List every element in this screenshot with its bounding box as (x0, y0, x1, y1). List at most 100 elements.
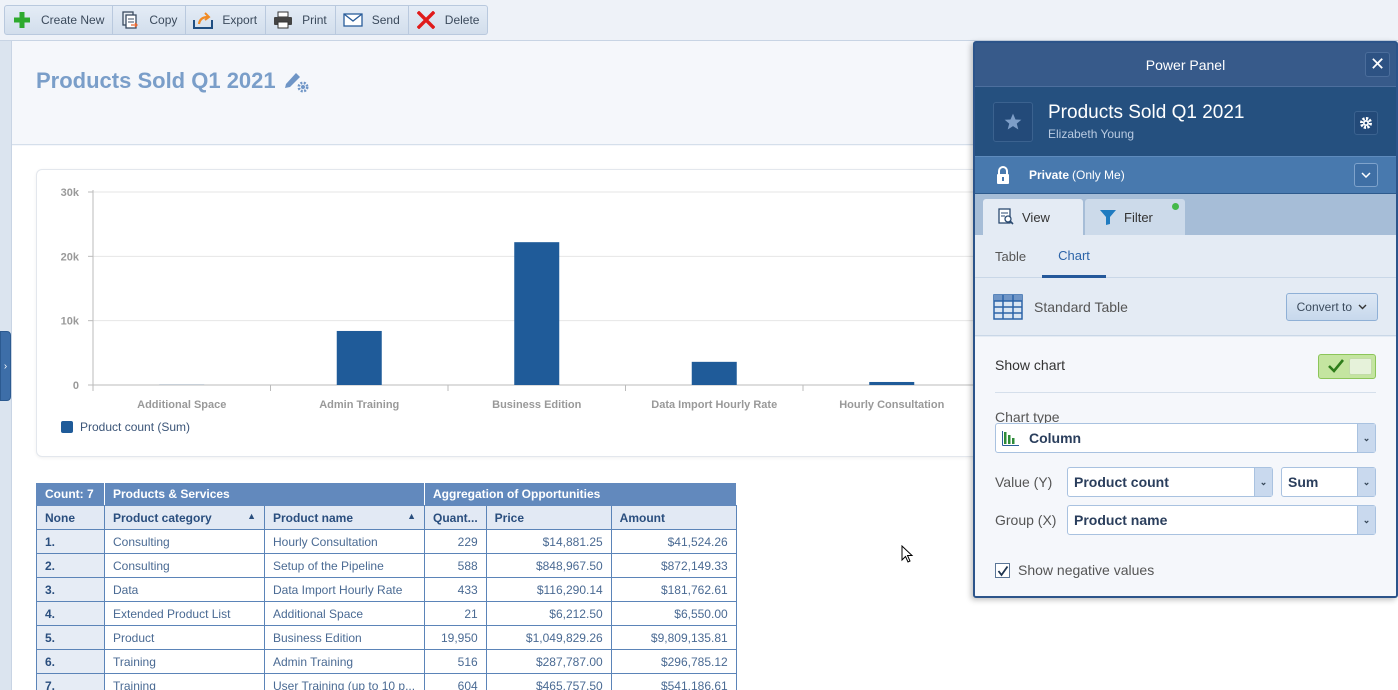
bar[interactable] (869, 381, 915, 385)
chevron-down-icon: ⌄ (1357, 424, 1375, 452)
star-icon (1004, 113, 1022, 130)
bar[interactable] (336, 330, 382, 385)
gear-icon (1360, 117, 1372, 129)
data-table: Count: 7 Products & Services Aggregation… (36, 482, 737, 690)
product-category-cell: Product (104, 625, 265, 650)
product-name-cell: Additional Space (264, 601, 425, 626)
row-index: 3. (36, 577, 105, 602)
checkmark-icon (1328, 359, 1345, 373)
table-type-label: Standard Table (1034, 298, 1128, 315)
value-field-select[interactable]: Product count ⌄ (1067, 467, 1273, 497)
power-panel: Power Panel ✕ Products Sold Q1 2021 Eliz… (973, 41, 1398, 598)
tab-filter-label: Filter (1124, 209, 1153, 225)
panel-tabs: View Filter (975, 194, 1396, 235)
report-settings-button[interactable] (1354, 111, 1378, 135)
privacy-selector[interactable]: Private (Only Me) (975, 156, 1396, 194)
product-category-cell: Data (104, 577, 265, 602)
favorite-button[interactable] (993, 102, 1033, 142)
product-name-cell: Business Edition (264, 625, 425, 650)
checkmark-icon (997, 565, 1008, 577)
price-cell: $287,787.00 (485, 649, 612, 674)
expand-sidebar-button[interactable]: › (0, 331, 11, 401)
chart-type-value: Column (1029, 430, 1082, 446)
create-new-button[interactable]: Create New (5, 6, 114, 34)
show-chart-label: Show chart (995, 356, 1066, 373)
export-label: Export (222, 13, 258, 27)
column-header-amount[interactable]: Amount (610, 505, 737, 530)
subtab-chart[interactable]: Chart (1042, 235, 1106, 278)
aggregation-value: Sum (1288, 474, 1319, 490)
bar[interactable] (691, 361, 737, 385)
column-header-price[interactable]: Price (485, 505, 612, 530)
sort-ascending-icon[interactable]: ▲ (247, 511, 256, 521)
value-y-label: Value (Y) (995, 474, 1053, 490)
quantity-cell: 588 (424, 553, 487, 578)
bar[interactable] (514, 242, 560, 385)
plus-icon (12, 10, 32, 30)
show-negative-values-checkbox[interactable] (995, 563, 1010, 578)
x-tick-label: Business Edition (492, 399, 582, 411)
tab-filter[interactable]: Filter (1085, 199, 1185, 235)
privacy-dropdown-button[interactable] (1354, 163, 1378, 187)
send-label: Send (371, 13, 400, 27)
send-button[interactable]: Send (336, 6, 409, 34)
y-tick-label: 20k (61, 251, 80, 263)
group-header-products: Products & Services (104, 482, 425, 506)
convert-to-label: Convert to (1296, 300, 1352, 314)
product-name-cell: Data Import Hourly Rate (264, 577, 425, 602)
chart-type-select[interactable]: Column ⌄ (995, 423, 1376, 453)
table-row[interactable]: 5. Product Business Edition 19,950 $1,049,82… (36, 625, 737, 650)
export-button[interactable]: Export (186, 6, 267, 34)
delete-label: Delete (444, 13, 480, 27)
toggle-knob (1349, 358, 1372, 375)
table-row[interactable]: 6. Training Admin Training 516 $287,787.00 $2… (36, 649, 737, 674)
mouse-cursor-icon (901, 545, 914, 563)
filter-icon (1100, 210, 1116, 225)
edit-settings-button[interactable] (283, 68, 311, 94)
chart-legend[interactable]: Product count (Sum) (61, 420, 190, 434)
chevron-down-icon: ⌄ (1357, 506, 1375, 534)
amount-cell: $6,550.00 (610, 601, 737, 626)
show-chart-row: Show chart (995, 337, 1376, 393)
tab-view[interactable]: View (983, 199, 1083, 235)
report-name: Products Sold Q1 2021 (1048, 102, 1245, 123)
show-chart-toggle[interactable] (1318, 354, 1376, 379)
column-header-quantity[interactable]: Quant... (424, 505, 487, 530)
quantity-cell: 516 (424, 649, 487, 674)
table-row[interactable]: 4. Extended Product List Additional Space 2… (36, 601, 737, 626)
table-type-row: Standard Table Convert to (975, 278, 1396, 336)
close-panel-button[interactable]: ✕ (1365, 52, 1390, 77)
sort-ascending-icon[interactable]: ▲ (407, 511, 416, 521)
group-x-label: Group (X) (995, 512, 1057, 528)
column-header-product-category[interactable]: Product category ▲ (104, 505, 265, 530)
panel-body: Table Chart Standard Table Convert to Sh… (975, 235, 1396, 596)
chart-card: 0 10k 20k 30k Additional Space Admin Training… (36, 169, 996, 457)
column-chart: 0 10k 20k 30k Additional Space Admin Training… (61, 187, 995, 411)
row-index: 7. (36, 673, 105, 690)
subtab-table[interactable]: Table (995, 235, 1026, 278)
aggregation-select[interactable]: Sum ⌄ (1281, 467, 1376, 497)
convert-to-button[interactable]: Convert to (1285, 293, 1378, 321)
copy-icon (120, 10, 140, 30)
copy-button[interactable]: Copy (113, 6, 187, 34)
product-category-cell: Training (104, 649, 265, 674)
group-header-aggregation: Aggregation of Opportunities (424, 482, 737, 506)
report-owner: Elizabeth Young (1048, 127, 1135, 141)
chevron-down-icon: ⌄ (1254, 468, 1272, 496)
column-header-none[interactable]: None (36, 505, 105, 530)
row-index: 6. (36, 649, 105, 674)
y-tick-label: 30k (61, 187, 80, 199)
toolbar-button-group: Create New Copy Export Print Send Delete (4, 5, 489, 35)
product-name-cell: Admin Training (264, 649, 425, 674)
group-field-select[interactable]: Product name ⌄ (1067, 505, 1376, 535)
table-row[interactable]: 3. Data Data Import Hourly Rate 433 $116,290… (36, 577, 737, 602)
price-cell: $6,212.50 (485, 601, 612, 626)
table-row[interactable]: 1. Consulting Hourly Consultation 229 $14,88… (36, 529, 737, 554)
row-index: 2. (36, 553, 105, 578)
product-category-cell: Consulting (104, 529, 265, 554)
column-header-product-name[interactable]: Product name ▲ (264, 505, 425, 530)
table-row[interactable]: 7. Training User Training (up to 10 p... 60… (36, 673, 737, 690)
table-row[interactable]: 2. Consulting Setup of the Pipeline 588 $848… (36, 553, 737, 578)
print-button[interactable]: Print (266, 6, 336, 34)
delete-button[interactable]: Delete (409, 6, 488, 34)
